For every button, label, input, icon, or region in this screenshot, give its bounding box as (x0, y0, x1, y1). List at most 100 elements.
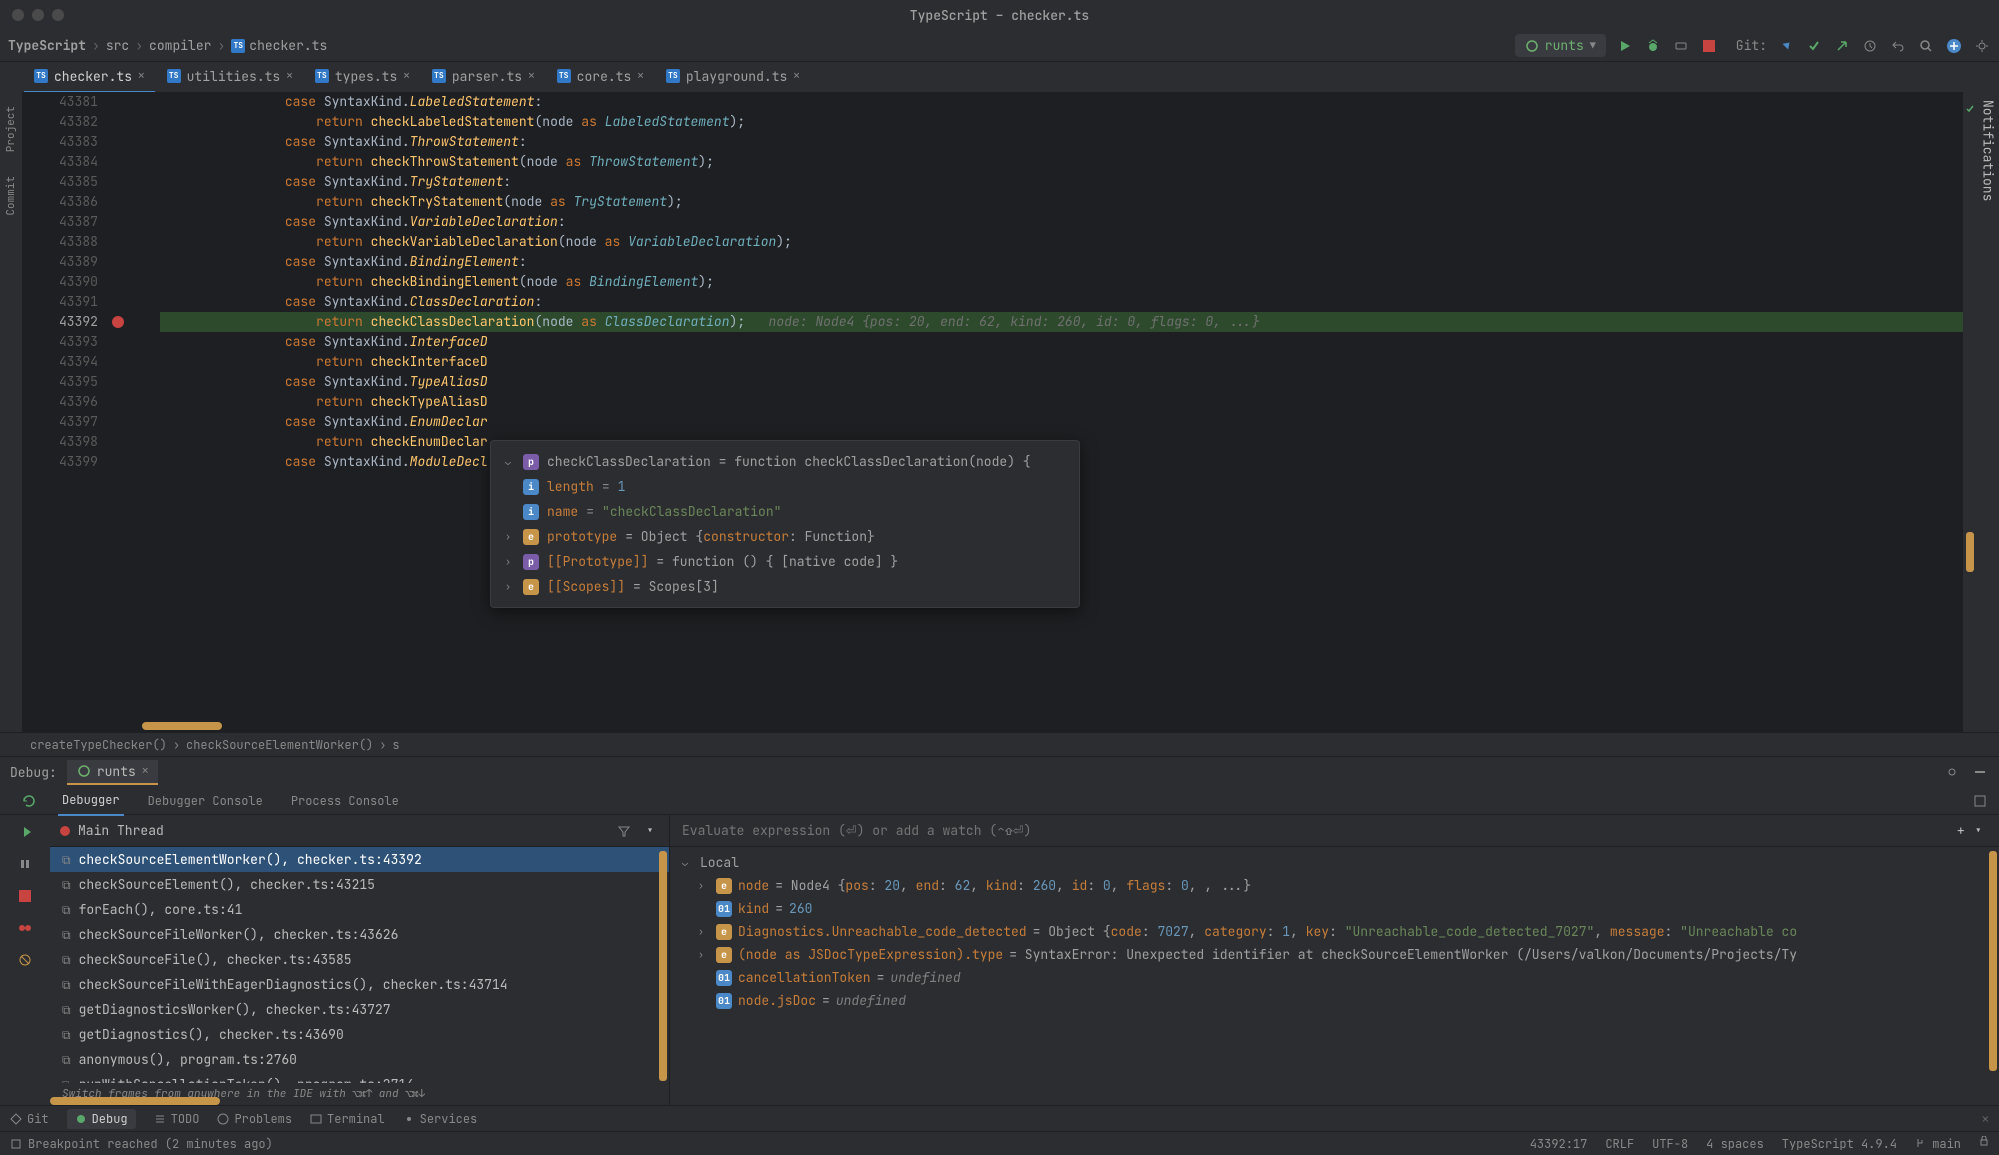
popup-property-row[interactable]: ilength = 1 (491, 474, 1079, 499)
close-icon[interactable]: ✕ (793, 69, 800, 83)
code-line[interactable]: return checkBindingElement(node as Bindi… (160, 272, 1977, 292)
horizontal-scrollbar[interactable] (142, 722, 222, 730)
debug-tool[interactable]: Debug (67, 1109, 136, 1129)
left-tool-rail[interactable]: Project Commit (0, 92, 22, 732)
scrollbar-thumb[interactable] (659, 851, 667, 1081)
thread-name[interactable]: Main Thread (78, 822, 164, 839)
variable-row[interactable]: 01 kind = 260 (670, 897, 1999, 920)
crumb-item[interactable]: createTypeChecker() (30, 737, 167, 753)
git-push-icon[interactable] (1833, 37, 1851, 55)
variable-row[interactable]: ›e Diagnostics.Unreachable_code_detected… (670, 920, 1999, 943)
stack-frame[interactable]: ⧉checkSourceElementWorker(), checker.ts:… (50, 847, 669, 872)
vars-list[interactable]: ⌄ Local ›e node = Node4 {pos: 20, end: 6… (670, 847, 1999, 1105)
max-dot[interactable] (52, 9, 64, 21)
chevron-icon[interactable]: › (698, 948, 710, 961)
code-line[interactable]: case SyntaxKind.VariableDeclaration: (160, 212, 1977, 232)
project-tool[interactable]: Project (2, 100, 20, 158)
editor-tab[interactable]: TScore.ts✕ (547, 62, 654, 93)
lock-icon[interactable] (1979, 1136, 1989, 1152)
debug-eval-popup[interactable]: ⌄ p checkClassDeclaration = function che… (490, 440, 1080, 608)
chevron-down-icon[interactable]: ⌄ (682, 856, 694, 869)
popup-property-row[interactable]: iname = "checkClassDeclaration" (491, 499, 1079, 524)
history-icon[interactable] (1861, 37, 1879, 55)
layout-icon[interactable] (1971, 792, 1989, 810)
minimize-icon[interactable] (1971, 763, 1989, 781)
stack-frame[interactable]: ⧉forEach(), core.ts:41 (50, 897, 669, 922)
close-dot[interactable] (12, 9, 24, 21)
stack-frame[interactable]: ⧉checkSourceFileWithEagerDiagnostics(), … (50, 972, 669, 997)
todo-tool[interactable]: TODO (154, 1111, 200, 1127)
code-line[interactable]: case SyntaxKind.ClassDeclaration: (160, 292, 1977, 312)
more-run-icon[interactable] (1672, 37, 1690, 55)
close-icon[interactable]: ✕ (1982, 1111, 1989, 1127)
stop-icon[interactable] (1700, 37, 1718, 55)
editor-tab[interactable]: TSutilities.ts✕ (157, 62, 303, 93)
close-icon[interactable]: ✕ (142, 764, 149, 778)
filter-icon[interactable] (615, 822, 633, 840)
chevron-down-icon[interactable]: ⌄ (505, 455, 515, 468)
variable-row[interactable]: ›e node = Node4 {pos: 20, end: 62, kind:… (670, 874, 1999, 897)
stack-frame[interactable]: ⧉checkSourceFile(), checker.ts:43585 (50, 947, 669, 972)
add-watch-icon[interactable]: + (1952, 822, 1970, 840)
code-line[interactable]: case SyntaxKind.TypeAliasD (160, 372, 1977, 392)
process-console-tab[interactable]: Process Console (287, 787, 403, 815)
notifications-tool[interactable]: Notifications (1980, 100, 1997, 201)
run-config-selector[interactable]: runts ▼ (1515, 34, 1606, 57)
variable-row[interactable]: 01 node.jsDoc = undefined (670, 989, 1999, 1012)
indent[interactable]: 4 spaces (1706, 1136, 1764, 1152)
chevron-icon[interactable]: › (698, 879, 710, 892)
code-line[interactable]: case SyntaxKind.TryStatement: (160, 172, 1977, 192)
code-editor[interactable]: 4338143382433834338443385433864338743388… (22, 92, 1977, 732)
debug-icon[interactable] (1644, 37, 1662, 55)
popup-property-row[interactable]: ›eprototype = Object {constructor: Funct… (491, 524, 1079, 549)
line-separator[interactable]: CRLF (1605, 1136, 1634, 1152)
terminal-tool[interactable]: Terminal (310, 1111, 385, 1127)
stack-frame[interactable]: ⧉checkSourceFileWorker(), checker.ts:436… (50, 922, 669, 947)
code-line[interactable]: case SyntaxKind.BindingElement: (160, 252, 1977, 272)
horizontal-scrollbar[interactable] (50, 1097, 220, 1105)
run-icon[interactable] (1616, 37, 1634, 55)
evaluate-expression-input[interactable] (682, 822, 1952, 839)
debugger-console-tab[interactable]: Debugger Console (144, 787, 267, 815)
chevron-down-icon[interactable]: ▾ (641, 822, 659, 840)
git-branch[interactable]: main (1915, 1136, 1961, 1152)
git-commit-icon[interactable] (1805, 37, 1823, 55)
pause-icon[interactable] (16, 855, 34, 873)
resume-icon[interactable] (16, 823, 34, 841)
code-line[interactable]: return checkTryStatement(node as TryStat… (160, 192, 1977, 212)
editor-tab[interactable]: TSplayground.ts✕ (656, 62, 810, 93)
stack-frame[interactable]: ⧉anonymous(), program.ts:2760 (50, 1047, 669, 1072)
git-tool[interactable]: Git (10, 1111, 49, 1127)
search-icon[interactable] (1917, 37, 1935, 55)
close-icon[interactable]: ✕ (528, 69, 535, 83)
chevron-icon[interactable]: › (505, 580, 515, 593)
variable-row[interactable]: ›e (node as JSDocTypeExpression).type = … (670, 943, 1999, 966)
add-icon[interactable] (1945, 37, 1963, 55)
code-line[interactable]: return checkVariableDeclaration(node as … (160, 232, 1977, 252)
breadcrumb-seg[interactable]: src (106, 37, 129, 54)
stack-frame[interactable]: ⧉runWithCancellationToken(), program.ts:… (50, 1072, 669, 1083)
gear-icon[interactable] (1973, 37, 1991, 55)
language[interactable]: TypeScript 4.9.4 (1782, 1136, 1897, 1152)
min-dot[interactable] (32, 9, 44, 21)
chevron-down-icon[interactable]: ▾ (1969, 822, 1987, 840)
code-line[interactable]: case SyntaxKind.InterfaceD (160, 332, 1977, 352)
crumb-item[interactable]: s (392, 737, 399, 753)
breadcrumb-seg[interactable]: checker.ts (249, 37, 327, 54)
rollback-icon[interactable] (1889, 37, 1907, 55)
rerun-icon[interactable] (20, 792, 38, 810)
chevron-icon[interactable]: › (505, 530, 515, 543)
scope-header[interactable]: ⌄ Local (670, 851, 1999, 874)
code-line[interactable]: case SyntaxKind.EnumDeclar (160, 412, 1977, 432)
git-update-icon[interactable] (1777, 37, 1795, 55)
crumb-item[interactable]: checkSourceElementWorker() (186, 737, 373, 753)
code-line[interactable]: return checkClassDeclaration(node as Cla… (160, 312, 1977, 332)
problems-tool[interactable]: Problems (217, 1111, 292, 1127)
code-line[interactable]: return checkTypeAliasD (160, 392, 1977, 412)
editor-tab[interactable]: TStypes.ts✕ (305, 62, 420, 93)
breadcrumb-seg[interactable]: TypeScript (8, 37, 86, 54)
breadcrumb[interactable]: TypeScript› src› compiler› TS checker.ts (8, 37, 327, 54)
breadcrumb-seg[interactable]: compiler (149, 37, 211, 54)
view-breakpoints-icon[interactable] (16, 919, 34, 937)
gear-icon[interactable] (1943, 763, 1961, 781)
